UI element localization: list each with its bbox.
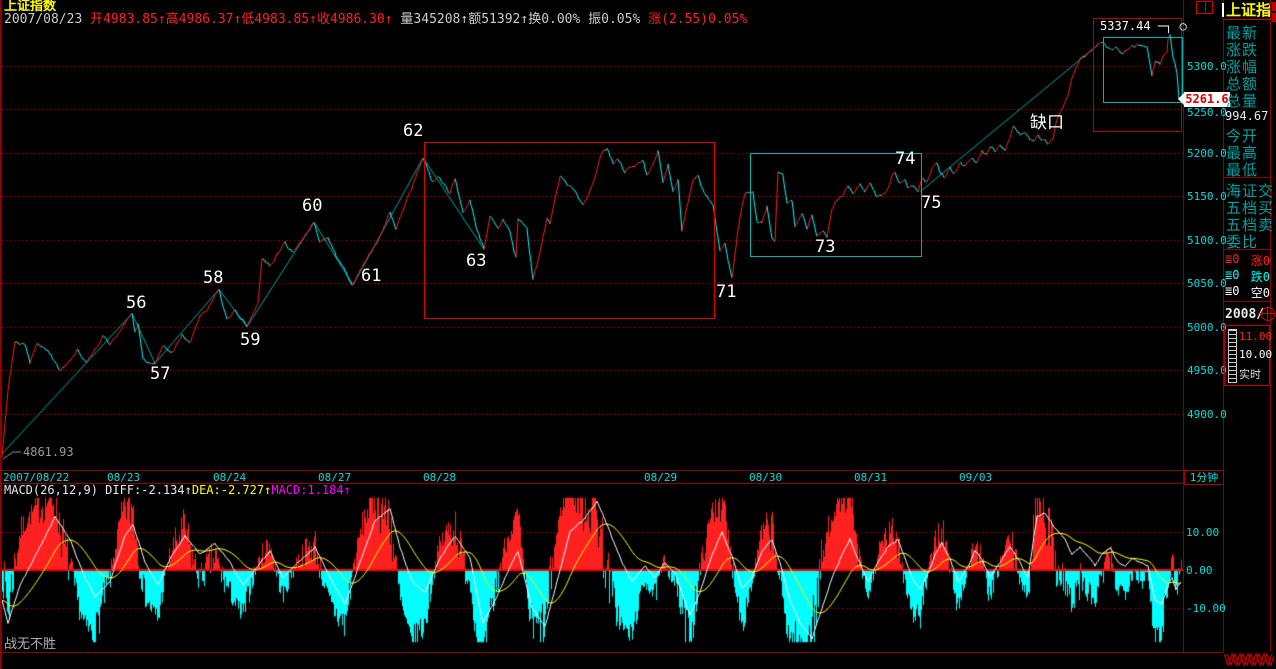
last-price-tag: 5261.6: [1184, 92, 1230, 107]
macd-value-field: MACD:1.184↑: [271, 483, 350, 497]
macd-value-field: DEA:-2.727↑: [192, 483, 271, 497]
period-selector[interactable]: 1分钟: [1184, 470, 1224, 485]
count-value: 空0: [1251, 284, 1270, 301]
date-tick-label: 08/29: [644, 471, 677, 484]
wave-count-label: 74: [895, 149, 915, 169]
macd-indicator-label[interactable]: MACD(26,12,9) DIFF:-2.134↑DEA:-2.727↑MAC…: [4, 484, 351, 497]
wave-count-label: 缺口: [1030, 108, 1064, 133]
peak-annotation: 5337.44 ─┐ ○: [1100, 20, 1187, 33]
price-axis-label: 5200.0: [1187, 147, 1227, 160]
date-tick-label: 08/28: [423, 471, 456, 484]
price-axis-label: 5000.0: [1187, 321, 1227, 334]
trading-app-window: { "app": { "watermark": "战无不胜" }, "title…: [0, 0, 1276, 669]
window-split-icon[interactable]: [1196, 1, 1213, 14]
price-axis-label: 5150.0: [1187, 190, 1227, 203]
macd-axis-label: 10.00: [1186, 526, 1219, 539]
price-axis-label: 5250.0: [1187, 106, 1227, 119]
quote-field: 振0.05%: [588, 12, 648, 27]
ruler-icon: [1228, 329, 1237, 383]
price-axis-label: 4950.0: [1187, 364, 1227, 377]
count-value: 涨0: [1251, 252, 1270, 269]
sidebar-header-underline: [1224, 19, 1270, 20]
drawn-rectangle-annotation: [1103, 37, 1183, 103]
indicator-metric-box: 11.00 10.00 实时: [1224, 325, 1270, 386]
quote-field: 量345208↑: [400, 12, 468, 27]
date-tick-label: 08/31: [854, 471, 887, 484]
wave-count-label: 57: [150, 364, 170, 384]
sidebar-divider: [1224, 249, 1270, 250]
quote-field: 高4986.37↑: [166, 12, 242, 27]
date-row-top-border: [0, 470, 1183, 471]
sidebar-divider: [1224, 177, 1270, 178]
price-axis-label: 5100.0: [1187, 234, 1227, 247]
quote-field: 低4983.85↑: [241, 12, 317, 27]
price-axis-label: 5050.0: [1187, 277, 1227, 290]
wave-count-label: 62: [403, 121, 423, 141]
quote-field: 2007/08/23: [4, 12, 90, 27]
sidebar-count-row: ≣0 涨0: [1225, 252, 1270, 269]
quote-field: 额51392↑: [468, 12, 528, 27]
count-icon: ≣0: [1225, 252, 1239, 269]
macd-axis-label: -10.00: [1186, 602, 1226, 615]
text-cursor: [1222, 3, 1224, 17]
bottom-border: [0, 652, 1223, 653]
count-icon: ≣0: [1225, 284, 1239, 301]
quote-field: 涨(2.55)0.05%: [648, 12, 747, 27]
wave-count-label: 71: [716, 282, 736, 302]
sidebar-divider: [1224, 301, 1270, 302]
sidebar-field-label: 总量: [1226, 90, 1272, 111]
crosshair-icon[interactable]: [1261, 307, 1275, 321]
clock-text: 2008/: [1225, 307, 1264, 322]
wave-count-label: 75: [921, 193, 941, 213]
price-axis-label: 5300.0: [1187, 60, 1227, 73]
metric-value-1: 11.00: [1239, 330, 1272, 343]
macd-value-field: DIFF:-2.134↑: [105, 483, 192, 497]
scroll-mark-top[interactable]: [1272, 2, 1276, 11]
sidebar-header[interactable]: 上证指数: [1226, 2, 1270, 19]
date-tick-label: 08/30: [749, 471, 782, 484]
watermark-text: 战无不胜: [4, 638, 56, 652]
session-low-annotation: 4861.93: [23, 446, 74, 459]
quote-field: 收4986.30↑: [317, 12, 400, 27]
border-zigzag-decoration: [1224, 652, 1274, 667]
quote-field: 开4983.85↑: [90, 12, 166, 27]
sidebar-count-row: ≣0 空0: [1225, 284, 1270, 301]
drawn-rectangle-annotation: [424, 142, 715, 319]
wave-count-label: 60: [302, 196, 322, 216]
wave-count-label: 61: [361, 266, 381, 286]
count-icon: ≣0: [1225, 268, 1239, 285]
quote-bar: 2007/08/23 开4983.85↑高4986.37↑低4983.85↑收4…: [4, 13, 747, 27]
count-value: 跌0: [1251, 268, 1270, 285]
sidebar-count-row: ≣0 跌0: [1225, 268, 1270, 285]
date-tick-label: 09/03: [959, 471, 992, 484]
quote-field: 换0.00%: [528, 12, 588, 27]
macd-axis-label: 0.00: [1186, 564, 1213, 577]
wave-count-label: 73: [815, 237, 835, 257]
wave-count-label: 59: [240, 330, 260, 350]
sidebar-field-value: 994.67: [1225, 109, 1268, 123]
scroll-mark-bottom[interactable]: [1272, 13, 1276, 22]
metric-value-3: 实时: [1239, 366, 1261, 382]
wave-count-label: 58: [203, 268, 223, 288]
price-axis-label: 4900.0: [1187, 408, 1227, 421]
metric-value-2: 10.00: [1239, 348, 1272, 361]
wave-count-label: 56: [126, 293, 146, 313]
wave-count-label: 63: [466, 251, 486, 271]
macd-chart-canvas[interactable]: [2, 497, 1183, 649]
macd-value-field: MACD(26,12,9): [4, 483, 105, 497]
